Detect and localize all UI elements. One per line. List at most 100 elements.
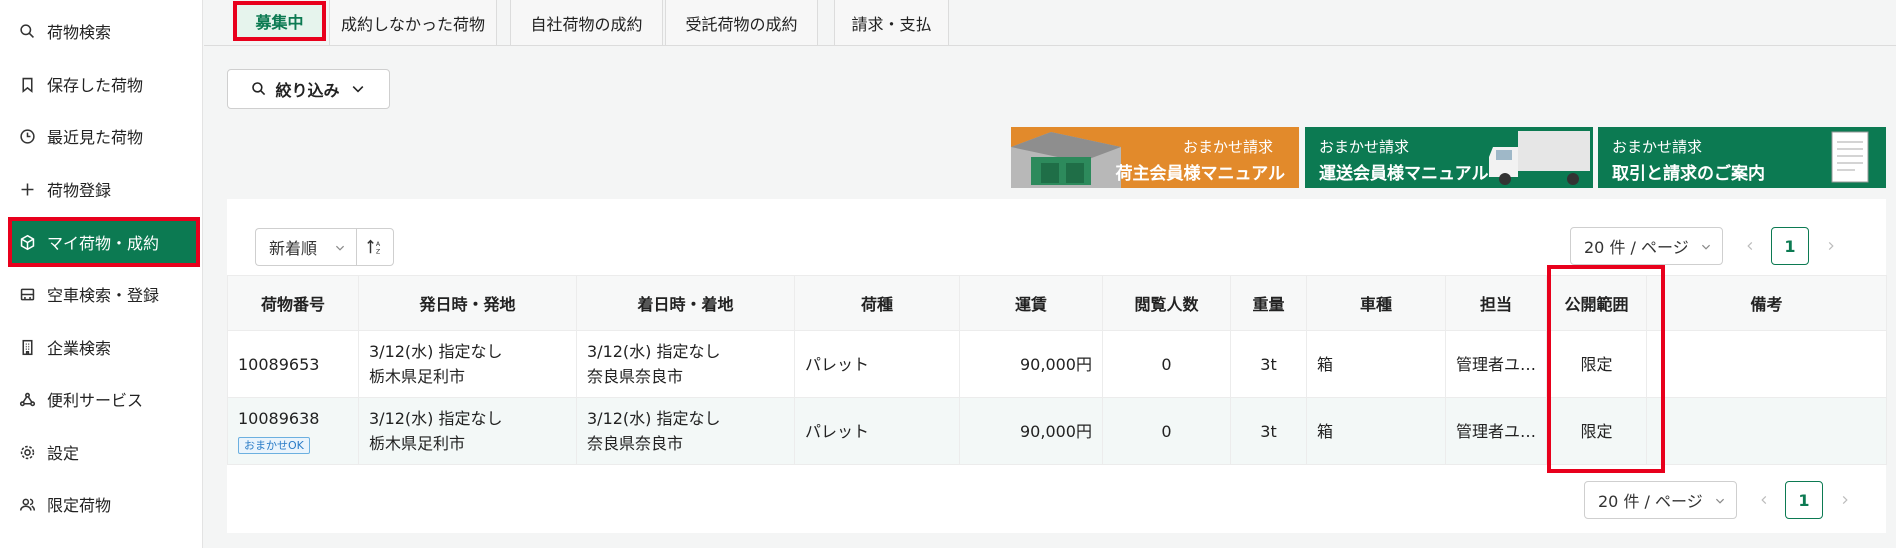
header-vehicle-type[interactable]: 車種 <box>1306 275 1446 331</box>
arrival-time: 3/12(水) 指定なし <box>587 409 721 428</box>
next-page-button[interactable] <box>1817 227 1845 265</box>
header-weight[interactable]: 重量 <box>1230 275 1307 331</box>
sidebar-item-limited-cargo[interactable]: 限定荷物 <box>0 480 203 528</box>
sort-order-toggle[interactable]: AZ <box>356 228 394 266</box>
cell-cargo-type: パレット <box>794 330 960 398</box>
banner-line2: 荷主会員様マニュアル <box>1115 164 1286 184</box>
cell-vehicle-type: 箱 <box>1306 397 1446 465</box>
cargo-table: 荷物番号 発日時・発地 着日時・着地 荷種 運賃 閲覧人数 重量 車種 担当 公… <box>227 275 1887 465</box>
sidebar-item-saved-cargo[interactable]: 保存した荷物 <box>0 60 203 108</box>
cell-staff: 管理者ユ… <box>1445 397 1547 465</box>
banner-shipper-manual[interactable]: おまかせ請求 荷主会員様マニュアル <box>1011 127 1299 188</box>
tab-not-contracted[interactable]: 成約しなかった荷物 <box>329 0 497 46</box>
cell-notes <box>1646 330 1887 398</box>
cell-cargo-number[interactable]: 10089638 おまかせOK <box>227 397 359 465</box>
prev-page-button[interactable] <box>1736 227 1764 265</box>
truck-illustration <box>1489 131 1590 185</box>
cell-publish-scope: 限定 <box>1546 397 1647 465</box>
table-row[interactable]: 10089638 おまかせOK 3/12(水) 指定なし 栃木県足利市 3/12(水… <box>227 397 1887 465</box>
page-size-select[interactable]: 20 件 / ページ <box>1570 227 1723 265</box>
next-page-button[interactable] <box>1831 481 1859 519</box>
sidebar-item-company-search[interactable]: 企業検索 <box>0 323 203 371</box>
pager-bottom: 20 件 / ページ 1 <box>1584 481 1854 519</box>
sort-az-icon: AZ <box>367 239 381 255</box>
sidebar-item-label: 限定荷物 <box>47 496 112 515</box>
banner-line1: おまかせ請求 <box>1182 138 1273 156</box>
sidebar-item-label: 荷物登録 <box>47 181 112 200</box>
header-departure[interactable]: 発日時・発地 <box>358 275 577 331</box>
chevron-right-icon <box>1828 241 1834 251</box>
filter-button[interactable]: 絞り込み <box>227 69 390 109</box>
cell-views: 0 <box>1102 330 1231 398</box>
sidebar-item-services[interactable]: 便利サービス <box>0 375 203 423</box>
svg-text:Z: Z <box>376 248 381 255</box>
banner-line1: おまかせ請求 <box>1612 138 1703 156</box>
header-fare[interactable]: 運賃 <box>959 275 1103 331</box>
header-notes[interactable]: 備考 <box>1646 275 1887 331</box>
banner-carrier-manual[interactable]: おまかせ請求 運送会員様マニュアル <box>1305 127 1593 188</box>
sidebar-item-recent-cargo[interactable]: 最近見た荷物 <box>0 112 203 160</box>
cell-departure: 3/12(水) 指定なし 栃木県足利市 <box>358 330 577 398</box>
tab-billing[interactable]: 請求・支払 <box>834 0 949 46</box>
filter-label: 絞り込み <box>275 81 340 100</box>
sidebar-item-label: マイ荷物・成約 <box>47 234 160 253</box>
sidebar-item-label: 企業検索 <box>47 339 112 358</box>
cell-cargo-number[interactable]: 10089653 <box>227 330 359 398</box>
network-icon <box>17 389 37 409</box>
sidebar-item-settings[interactable]: 設定 <box>0 428 203 476</box>
plus-icon <box>17 179 37 199</box>
header-cargo-number[interactable]: 荷物番号 <box>227 275 359 331</box>
banner-line2: 運送会員様マニュアル <box>1319 164 1489 184</box>
cell-publish-scope: 限定 <box>1546 330 1647 398</box>
people-icon <box>17 494 37 514</box>
page-number-button[interactable]: 1 <box>1771 227 1809 265</box>
header-staff[interactable]: 担当 <box>1445 275 1547 331</box>
banner-billing-guide[interactable]: おまかせ請求 取引と請求のご案内 <box>1598 127 1886 188</box>
banner-line1: おまかせ請求 <box>1319 138 1410 156</box>
departure-place: 栃木県足利市 <box>369 434 466 453</box>
sidebar-item-my-cargo[interactable]: マイ荷物・成約 <box>8 218 200 266</box>
pager-top: 20 件 / ページ 1 <box>1570 227 1840 265</box>
departure-place: 栃木県足利市 <box>369 367 466 386</box>
chevron-down-icon <box>335 245 345 251</box>
sidebar-item-label: 保存した荷物 <box>47 76 144 95</box>
cell-fare: 90,000円 <box>959 397 1103 465</box>
sidebar-item-label: 最近見た荷物 <box>47 128 144 147</box>
tab-consigned-contracts[interactable]: 受託荷物の成約 <box>665 0 818 46</box>
omakase-ok-badge: おまかせOK <box>238 437 310 454</box>
svg-text:A: A <box>376 241 381 248</box>
table-row[interactable]: 10089653 3/12(水) 指定なし 栃木県足利市 3/12(水) 指定なし… <box>227 330 1887 398</box>
tab-recruiting[interactable]: 募集中 <box>233 1 326 41</box>
clock-icon <box>17 126 37 146</box>
cell-views: 0 <box>1102 397 1231 465</box>
page-number-button[interactable]: 1 <box>1785 481 1823 519</box>
sidebar-item-label: 設定 <box>47 444 80 463</box>
sidebar-item-vacant-truck[interactable]: 空車検索・登録 <box>0 270 203 318</box>
truck-icon <box>17 284 37 304</box>
tab-own-contracts[interactable]: 自社荷物の成約 <box>510 0 663 46</box>
building-icon <box>17 337 37 357</box>
departure-time: 3/12(水) 指定なし <box>369 342 503 361</box>
cargo-number: 10089653 <box>238 354 320 374</box>
page-size-select[interactable]: 20 件 / ページ <box>1584 481 1737 519</box>
page-size-label: 20 件 / ページ <box>1584 238 1689 257</box>
prev-page-button[interactable] <box>1750 481 1778 519</box>
banner-line2: 取引と請求のご案内 <box>1612 164 1765 184</box>
cell-weight: 3t <box>1230 397 1307 465</box>
sort-select[interactable]: 新着順 <box>255 228 356 266</box>
header-arrival[interactable]: 着日時・着地 <box>576 275 795 331</box>
sort-label: 新着順 <box>269 239 318 258</box>
chevron-right-icon <box>1842 495 1848 505</box>
header-views[interactable]: 閲覧人数 <box>1102 275 1231 331</box>
cell-arrival: 3/12(水) 指定なし 奈良県奈良市 <box>576 397 795 465</box>
box-icon <box>17 232 37 252</box>
chevron-down-icon <box>1715 498 1725 504</box>
search-icon <box>252 82 266 96</box>
sidebar-item-cargo-register[interactable]: 荷物登録 <box>0 165 203 213</box>
header-cargo-type[interactable]: 荷種 <box>794 275 960 331</box>
header-publish-scope[interactable]: 公開範囲 <box>1546 275 1647 331</box>
cell-departure: 3/12(水) 指定なし 栃木県足利市 <box>358 397 577 465</box>
sidebar-item-cargo-search[interactable]: 荷物検索 <box>0 7 203 55</box>
chevron-down-icon <box>352 86 363 93</box>
chevron-left-icon <box>1761 495 1767 505</box>
